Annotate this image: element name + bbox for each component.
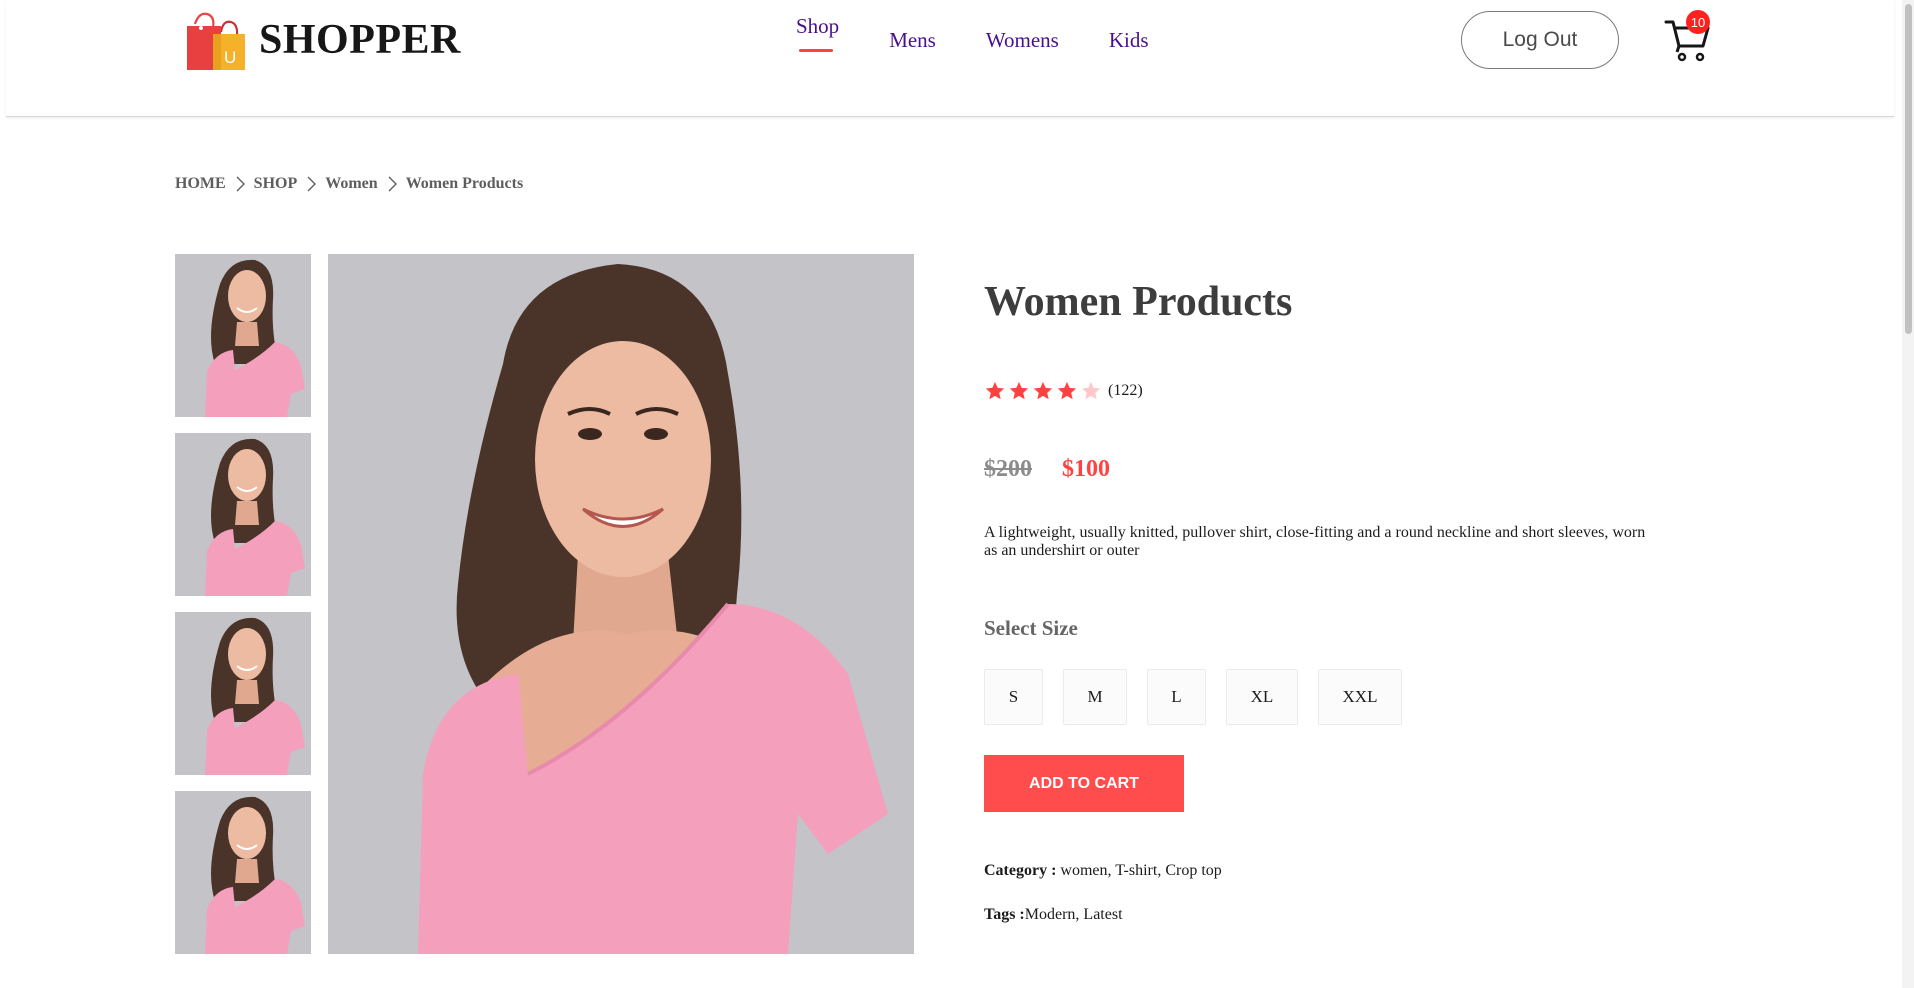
navbar: U SHOPPER Shop Mens Womens Kids Log Out … <box>6 0 1894 117</box>
star-icon <box>985 381 1005 400</box>
star-icon <box>1033 381 1053 400</box>
nav-item-mens[interactable]: Mens <box>889 28 936 53</box>
category-line: Category : women, T-shirt, Crop top <box>984 862 1222 880</box>
size-option-l[interactable]: L <box>1147 669 1206 725</box>
old-price: $200 <box>984 456 1032 482</box>
tags-label: Tags : <box>984 906 1025 923</box>
breadcrumb-current: Women Products <box>405 175 524 192</box>
star-icon <box>1057 381 1077 400</box>
chevron-right-icon <box>307 176 317 192</box>
product-thumbnail[interactable] <box>175 254 311 417</box>
price-block: $200 $100 <box>984 456 1110 483</box>
rating: (122) <box>984 380 1143 402</box>
size-option-m[interactable]: M <box>1063 669 1127 725</box>
size-options: S M L XL XXL <box>984 669 1402 725</box>
chevron-right-icon <box>236 176 245 192</box>
size-label: Select Size <box>984 616 1078 640</box>
tags-value: Modern, Latest <box>1024 906 1123 923</box>
product-thumbnail[interactable] <box>175 433 311 596</box>
nav-item-kids[interactable]: Kids <box>1109 28 1149 53</box>
breadcrumb: HOME SHOP Women Women Products <box>175 174 523 194</box>
nav-item-shop[interactable]: Shop <box>796 14 839 53</box>
product-main-image <box>328 254 914 954</box>
shopping-bag-icon: U <box>183 10 249 70</box>
thumbnail-list <box>175 254 311 970</box>
product-thumbnail[interactable] <box>175 791 311 954</box>
svg-text:U: U <box>224 48 236 67</box>
breadcrumb-women[interactable]: Women <box>325 175 377 193</box>
category-label: Category : <box>984 862 1057 879</box>
scrollbar-thumb[interactable] <box>1905 4 1912 334</box>
logo[interactable]: U SHOPPER <box>183 10 461 70</box>
brand-name: SHOPPER <box>259 17 461 63</box>
star-icon <box>1009 381 1029 400</box>
new-price: $100 <box>1062 456 1110 482</box>
tags-line: Tags :Modern, Latest <box>984 906 1123 924</box>
product-description: A lightweight, usually knitted, pullover… <box>984 524 1646 559</box>
category-value: women, T-shirt, Crop top <box>1060 862 1222 879</box>
breadcrumb-shop[interactable]: SHOP <box>254 175 298 193</box>
size-option-xl[interactable]: XL <box>1226 669 1298 725</box>
main-menu: Shop Mens Womens Kids <box>796 14 1149 53</box>
cart-count-badge: 10 <box>1686 10 1710 34</box>
nav-item-womens[interactable]: Womens <box>986 28 1059 53</box>
product-thumbnail[interactable] <box>175 612 311 775</box>
logout-button[interactable]: Log Out <box>1461 11 1619 69</box>
breadcrumb-home[interactable]: HOME <box>175 175 226 193</box>
chevron-right-icon <box>388 176 397 192</box>
product-title: Women Products <box>984 279 1293 325</box>
review-count: (122) <box>1108 382 1143 399</box>
size-option-xxl[interactable]: XXL <box>1318 669 1402 725</box>
size-option-s[interactable]: S <box>984 669 1043 725</box>
star-icon <box>1081 381 1101 400</box>
add-to-cart-button[interactable]: ADD TO CART <box>984 755 1184 812</box>
